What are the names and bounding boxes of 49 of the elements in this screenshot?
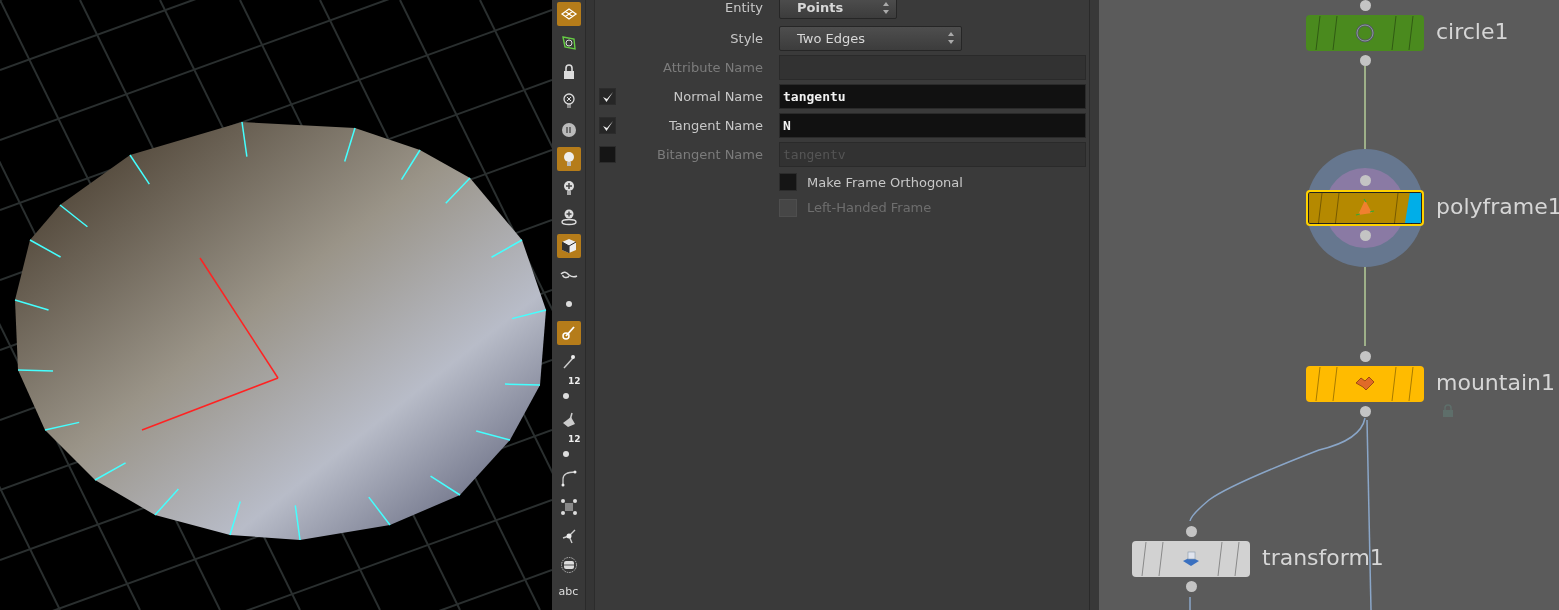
input-port[interactable]	[1186, 526, 1197, 537]
grid-tool-button[interactable]	[556, 2, 581, 26]
number-label: 12	[567, 376, 581, 386]
node-name: circle1	[1436, 19, 1509, 44]
node-tile[interactable]	[1306, 366, 1424, 402]
dropdown-menu[interactable]: Points	[779, 0, 897, 19]
output-port[interactable]	[1360, 55, 1371, 66]
frame-node-icon	[1354, 197, 1376, 219]
checkbox[interactable]	[779, 173, 797, 191]
connection-wire	[1189, 596, 1191, 610]
point-number-tool-button[interactable]: 12	[556, 437, 581, 461]
point-number-icon	[562, 451, 569, 457]
output-port[interactable]	[1360, 406, 1371, 417]
stepper-arrows-icon	[947, 31, 955, 45]
node-tile[interactable]	[1306, 190, 1424, 226]
parameter-label: Tangent Name	[667, 118, 764, 133]
number-label: 12	[567, 434, 581, 444]
dropdown-menu[interactable]: Two Edges	[779, 25, 962, 51]
enable-checkbox[interactable]	[599, 88, 616, 105]
point-icon	[565, 301, 572, 307]
circle-node-icon	[1354, 22, 1376, 44]
parameter-label: Style	[729, 30, 764, 46]
text-field[interactable]: N	[779, 113, 1086, 138]
enable-checkbox[interactable]	[599, 117, 616, 134]
viewport[interactable]	[0, 0, 552, 610]
parameter-label: Entity	[724, 0, 764, 15]
disc-icon	[558, 555, 579, 575]
point-number-icon	[562, 393, 569, 399]
text-field[interactable]: tangentu	[779, 84, 1086, 109]
text-tool-button[interactable]: abc	[556, 582, 581, 600]
parameter-label: Normal Name	[672, 89, 764, 104]
point-number-tool-button[interactable]: 12	[556, 379, 581, 403]
input-port[interactable]	[1360, 351, 1371, 362]
square-icon	[558, 497, 579, 517]
output-port[interactable]	[1186, 581, 1197, 592]
brush-tool-button[interactable]	[556, 321, 581, 345]
node-tile[interactable]	[1132, 541, 1250, 577]
checkbox-label: Make Frame Orthogonal	[807, 174, 963, 190]
cube-tool-button[interactable]	[556, 234, 581, 258]
input-port[interactable]	[1360, 175, 1371, 186]
stepper-arrows-icon	[882, 0, 890, 15]
input-port[interactable]	[1360, 0, 1371, 11]
bulb-icon	[558, 207, 579, 227]
node-name: mountain1	[1436, 370, 1555, 395]
node-name: polyframe1	[1436, 194, 1559, 219]
parameter-label: Bitangent Name	[656, 147, 764, 162]
parameter-label: Attribute Name	[662, 60, 764, 75]
bulb-tool-button[interactable]	[556, 147, 581, 171]
node-tile[interactable]	[1306, 15, 1424, 51]
